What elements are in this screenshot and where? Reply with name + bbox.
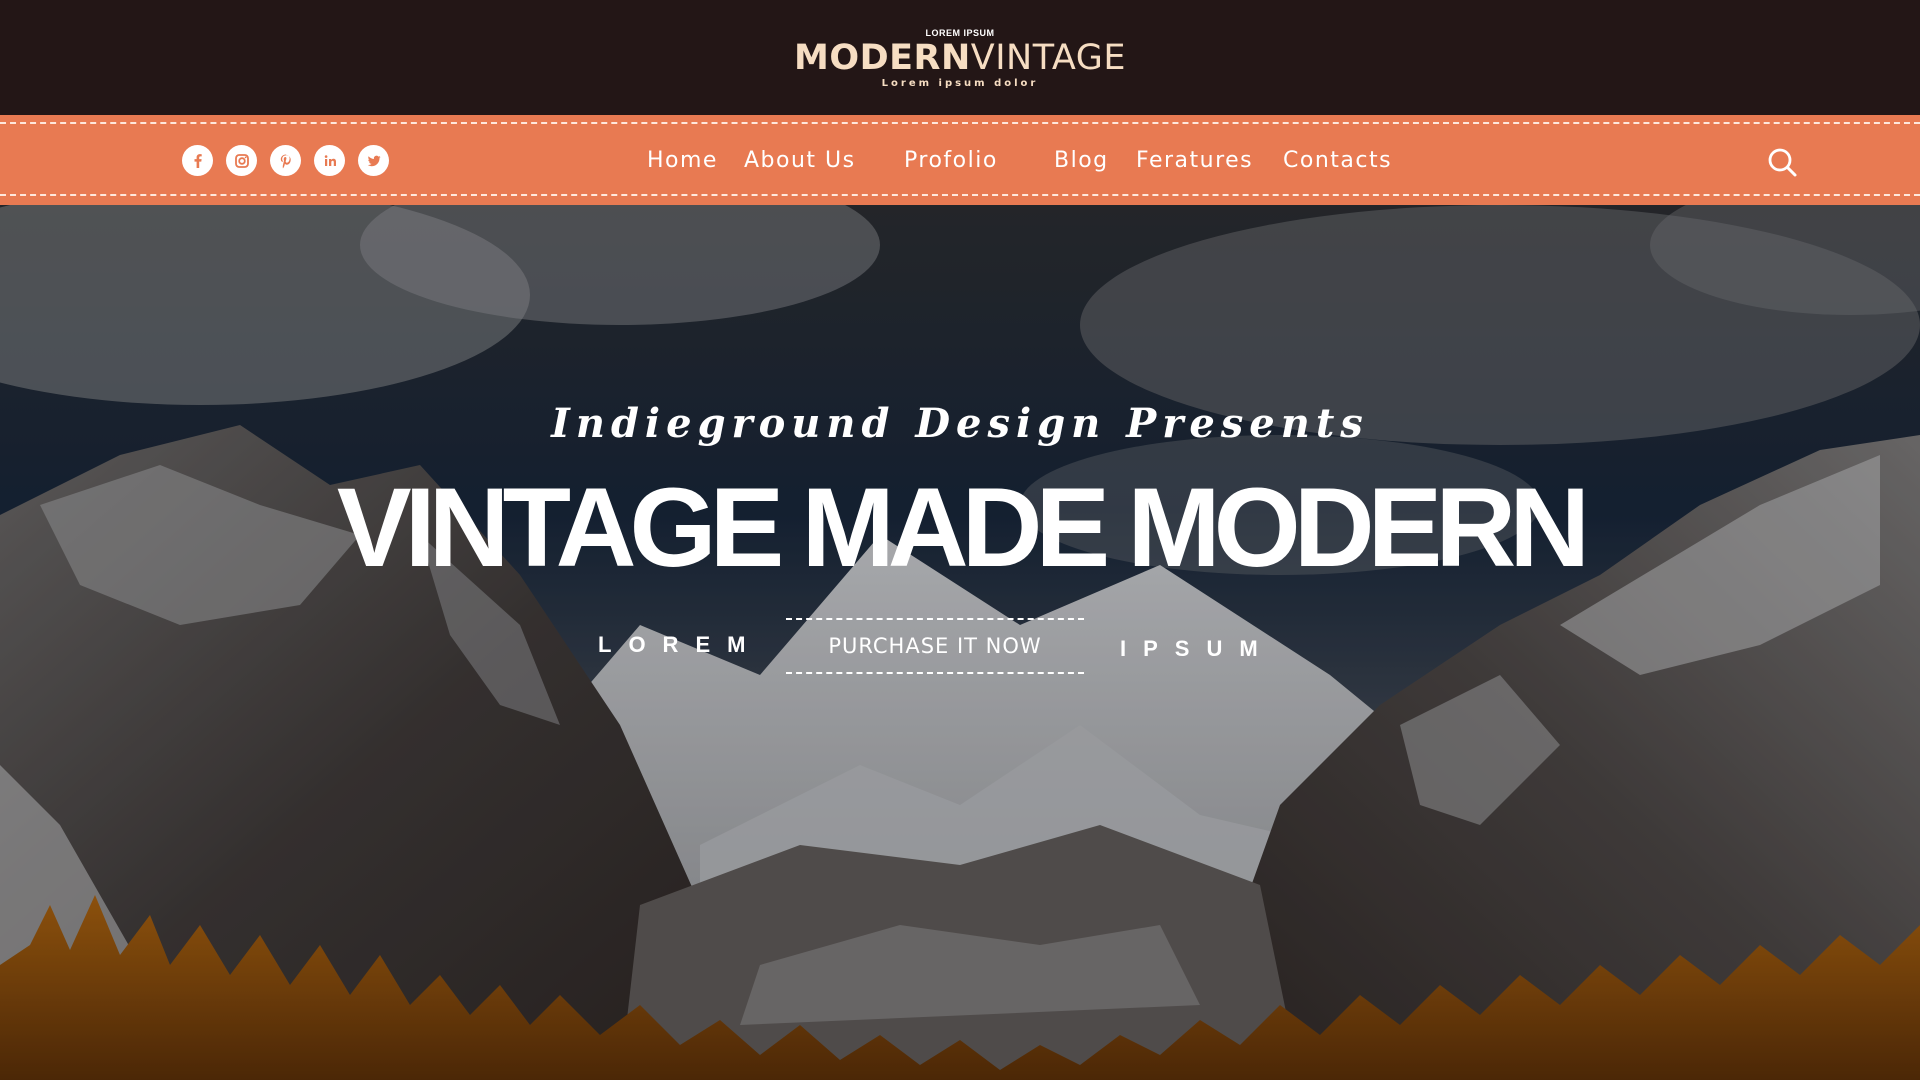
search-icon[interactable] <box>1765 145 1799 179</box>
nav-item-blog[interactable]: Blog <box>1054 145 1109 177</box>
nav-dashed-border-top <box>0 122 1920 124</box>
site-logo[interactable]: LOREM IPSUM MODERNVINTAGE Lorem ipsum do… <box>0 28 1920 89</box>
hero-right-word: IPSUM <box>1120 636 1275 661</box>
nav-item-profolio[interactable]: Profolio <box>904 145 998 177</box>
nav-dashed-border-bottom <box>0 194 1920 196</box>
purchase-button[interactable]: PURCHASE IT NOW <box>786 618 1084 674</box>
main-nav: Home About Us Profolio Blog Feratures Co… <box>0 145 1920 177</box>
nav-item-home[interactable]: Home <box>647 145 718 177</box>
hero-headline: VINTAGE MADE MODERN <box>336 465 1590 590</box>
logo-word-light: VINTAGE <box>970 38 1126 78</box>
nav-item-about-us[interactable]: About Us <box>744 145 856 177</box>
top-bar: LOREM IPSUM MODERNVINTAGE Lorem ipsum do… <box>0 0 1920 115</box>
nav-item-contacts[interactable]: Contacts <box>1283 145 1392 177</box>
hero-presents-text: Indieground Design Presents <box>551 400 1369 447</box>
logo-tagline: Lorem ipsum dolor <box>881 78 1039 89</box>
hero-left-word: LOREM <box>598 632 763 657</box>
nav-item-feratures[interactable]: Feratures <box>1136 145 1253 177</box>
logo-word-bold: MODERN <box>794 38 971 78</box>
